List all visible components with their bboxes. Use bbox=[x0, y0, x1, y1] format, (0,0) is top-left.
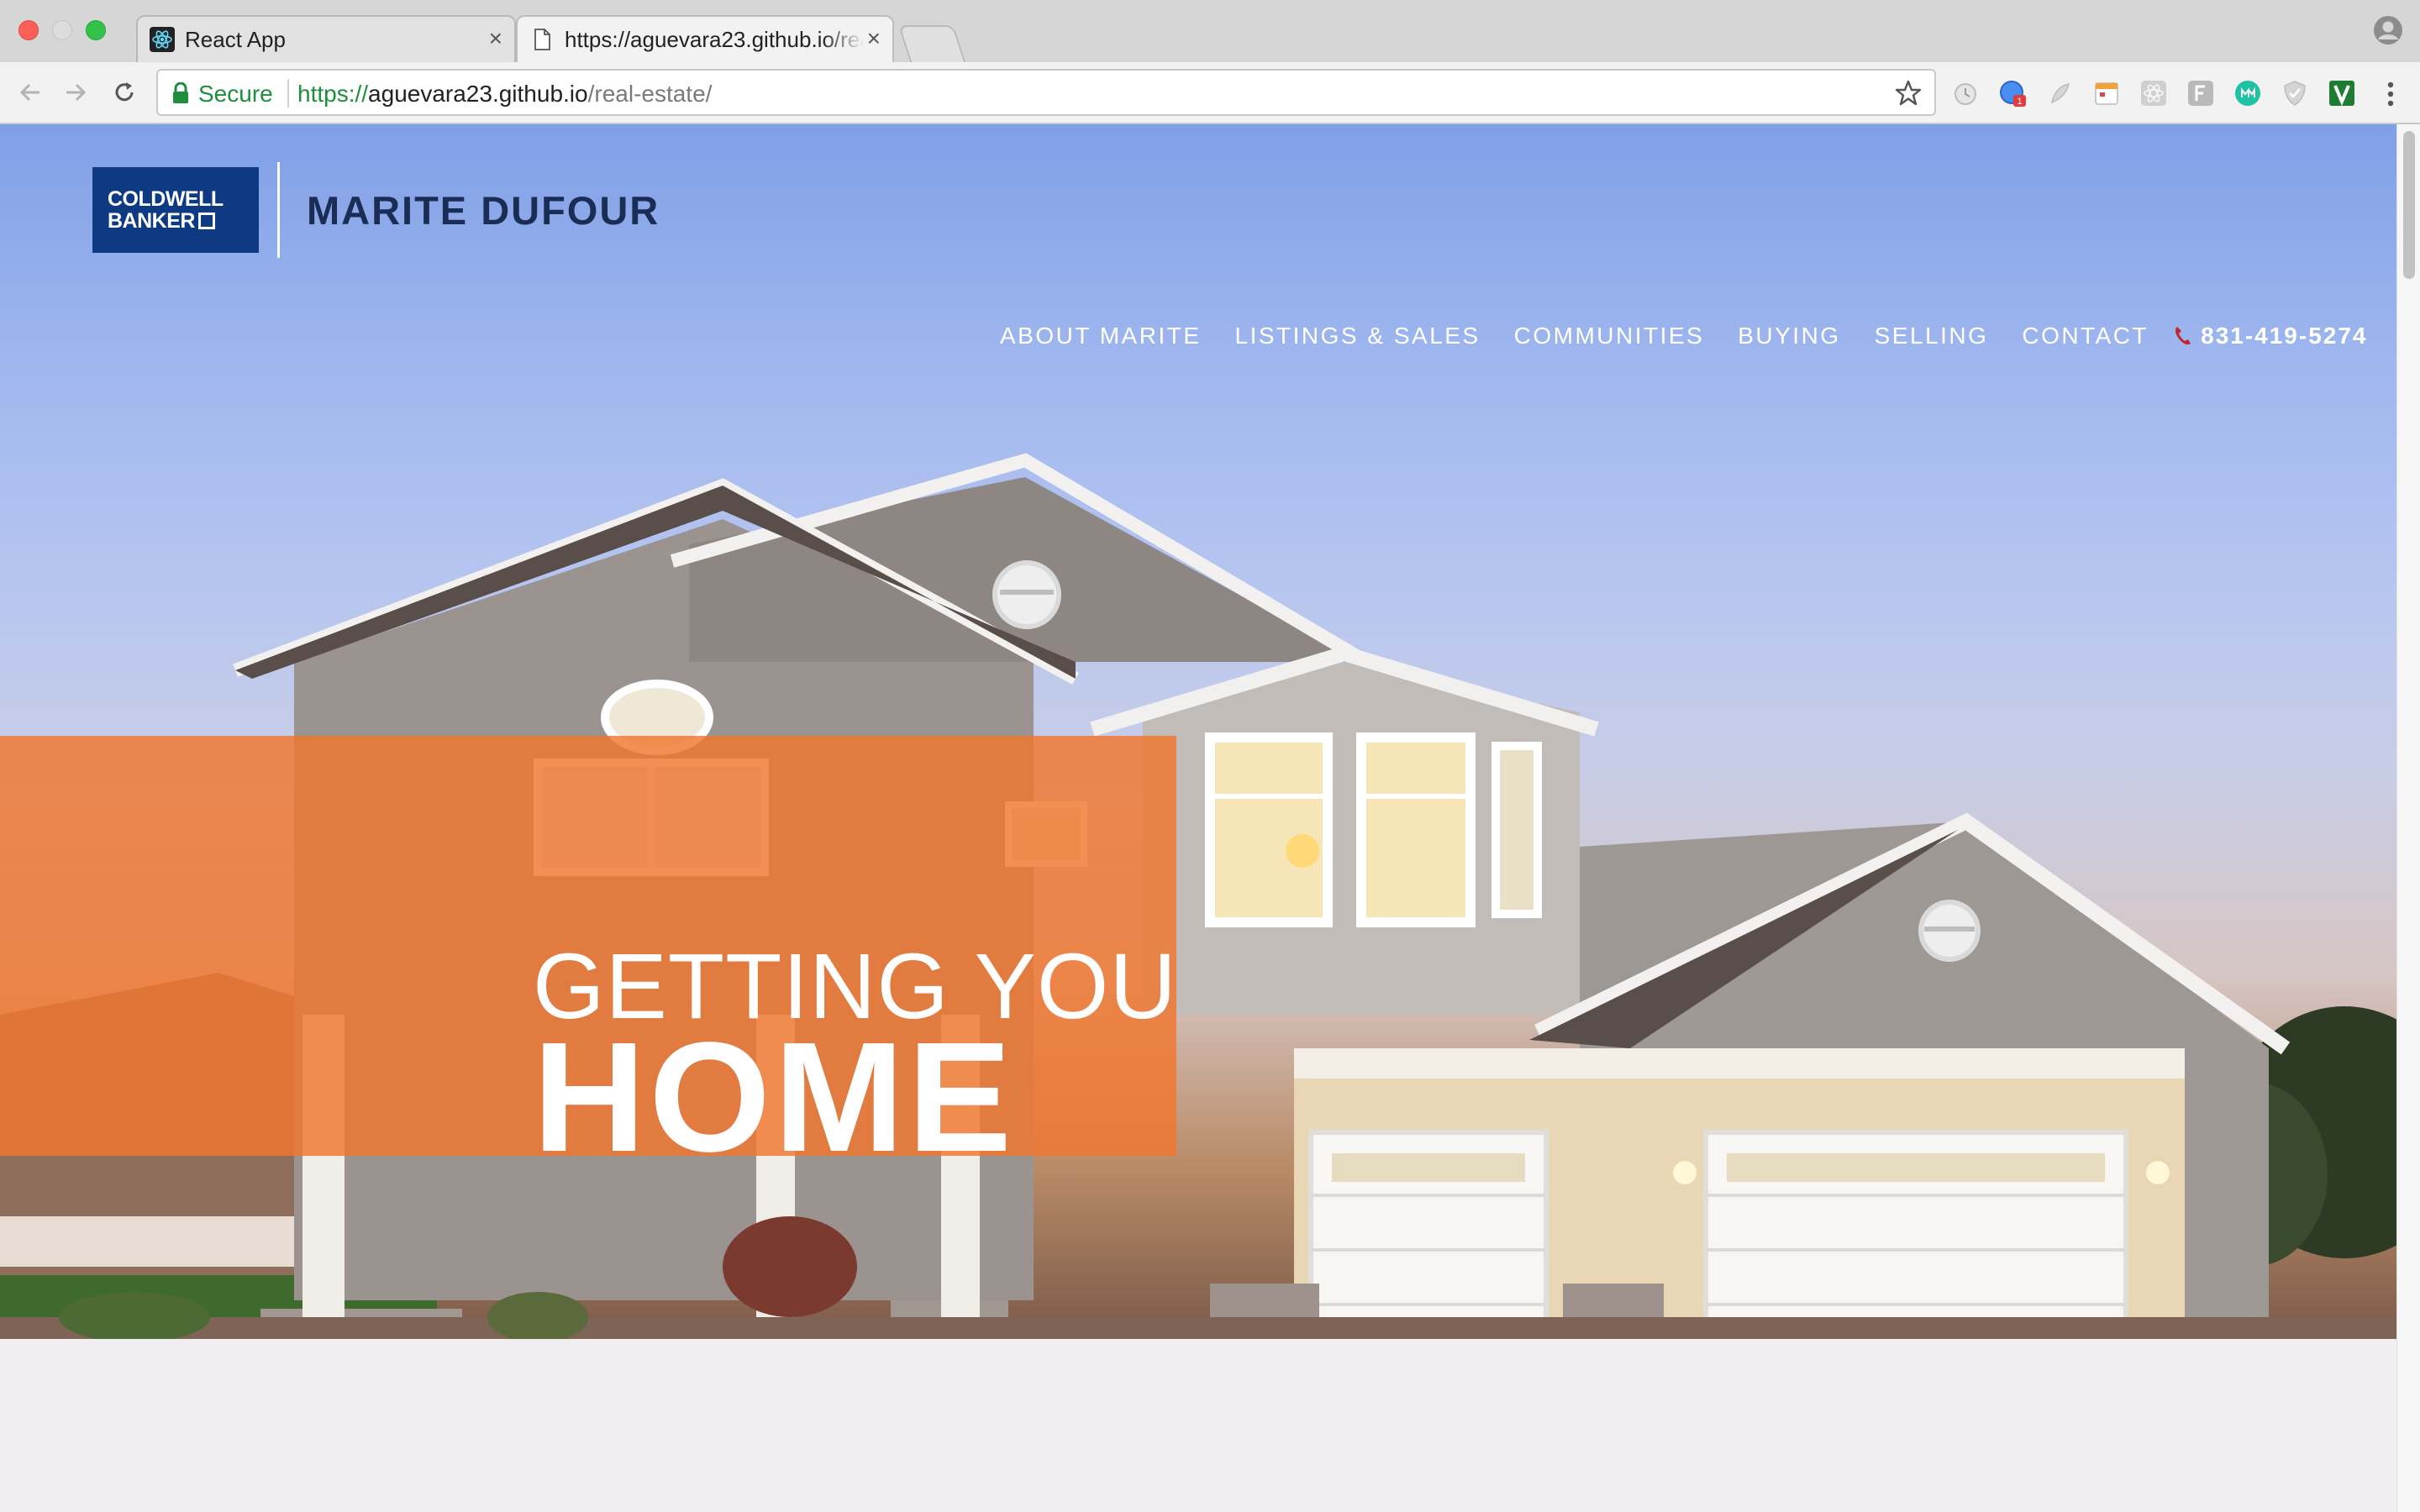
address-separator bbox=[287, 79, 289, 108]
logo-mark-icon bbox=[197, 213, 215, 229]
browser-tabstrip: React App × https://aguevara23.github.io… bbox=[0, 0, 2420, 62]
bookmark-star-icon[interactable] bbox=[1894, 79, 1923, 108]
react-devtools-icon[interactable] bbox=[2139, 79, 2168, 108]
coldwell-banker-logo[interactable]: COLDWELL BANKER bbox=[92, 167, 259, 253]
url-host: aguevara23.github.io bbox=[368, 81, 588, 107]
scrollbar-thumb[interactable] bbox=[2403, 131, 2415, 279]
alarm-icon[interactable] bbox=[1951, 79, 1980, 108]
brand-divider bbox=[277, 162, 280, 258]
tab-close-icon[interactable]: × bbox=[489, 25, 502, 52]
extension-badge: 1 bbox=[2017, 97, 2022, 107]
nav-selling[interactable]: SELLING bbox=[1875, 323, 1989, 349]
lock-icon bbox=[173, 82, 188, 103]
browser-toolbar: Secure https://aguevara23.github.io/real… bbox=[0, 62, 2420, 124]
forward-button[interactable] bbox=[57, 74, 94, 111]
window-minimize-button[interactable] bbox=[52, 20, 72, 40]
reload-icon bbox=[115, 82, 134, 102]
window-close-button[interactable] bbox=[18, 20, 39, 40]
url-scheme: https:// bbox=[297, 81, 369, 107]
tab-title: https://aguevara23.github.io/real-estate… bbox=[565, 27, 864, 52]
headline-large: HOME bbox=[533, 1011, 1015, 1184]
tab-close-icon[interactable]: × bbox=[867, 25, 881, 52]
mercury-icon[interactable] bbox=[2233, 79, 2262, 108]
translate-icon[interactable]: 1 bbox=[1998, 79, 2027, 108]
arrow-right-icon bbox=[66, 83, 87, 102]
nav-about-marite[interactable]: ABOUT MARITE bbox=[1000, 323, 1202, 349]
font-icon[interactable] bbox=[2186, 79, 2215, 108]
agent-name[interactable]: MARITE DUFOUR bbox=[307, 187, 660, 234]
phone-number: 831-419-5274 bbox=[2201, 323, 2368, 349]
hero-headline: GETTING YOU HOME bbox=[533, 941, 1177, 1184]
url-path: /real-estate/ bbox=[587, 81, 713, 107]
calendar-icon[interactable] bbox=[2092, 79, 2121, 108]
brand[interactable]: COLDWELL BANKER MARITE DUFOUR bbox=[92, 162, 660, 258]
nav-communities[interactable]: COMMUNITIES bbox=[1514, 323, 1705, 349]
back-button[interactable] bbox=[12, 74, 49, 111]
profile-icon[interactable] bbox=[2373, 15, 2403, 45]
new-tab-button[interactable] bbox=[897, 25, 966, 62]
tab-real-estate[interactable]: https://aguevara23.github.io/real-estate… bbox=[516, 15, 894, 62]
phone-icon bbox=[2175, 327, 2191, 345]
phone-link[interactable]: 831-419-5274 bbox=[2172, 323, 2367, 349]
tab-react-app[interactable]: React App × bbox=[136, 15, 516, 62]
nav-contact[interactable]: CONTACT bbox=[2022, 323, 2149, 349]
security-label: Secure bbox=[198, 81, 273, 107]
browser-menu-icon[interactable] bbox=[2378, 79, 2403, 109]
logo-line-2: BANKER bbox=[108, 209, 195, 233]
vimium-icon[interactable] bbox=[2328, 79, 2356, 108]
logo-line-1: COLDWELL bbox=[108, 187, 224, 211]
window-zoom-button[interactable] bbox=[86, 20, 106, 40]
house-photo bbox=[0, 453, 2396, 1339]
page-icon bbox=[534, 29, 550, 50]
react-icon bbox=[150, 27, 175, 52]
main-nav: ABOUT MARITE LISTINGS & SALES COMMUNITIE… bbox=[1000, 323, 2368, 349]
shield-icon[interactable] bbox=[2281, 79, 2309, 108]
reload-button[interactable] bbox=[106, 74, 143, 111]
address-bar[interactable]: Secure https://aguevara23.github.io/real… bbox=[156, 69, 1936, 116]
arrow-left-icon bbox=[19, 83, 39, 102]
hero-section: COLDWELL BANKER MARITE DUFOUR ABOUT MARI… bbox=[0, 124, 2396, 1339]
page-viewport: COLDWELL BANKER MARITE DUFOUR ABOUT MARI… bbox=[0, 124, 2396, 1512]
page-scrollbar[interactable] bbox=[2396, 124, 2420, 1512]
tab-title: React App bbox=[185, 27, 286, 52]
feather-icon[interactable] bbox=[2045, 79, 2074, 108]
address-url[interactable]: https://aguevara23.github.io/real-estate… bbox=[297, 81, 712, 108]
nav-buying[interactable]: BUYING bbox=[1738, 323, 1840, 349]
nav-listings-sales[interactable]: LISTINGS & SALES bbox=[1235, 323, 1481, 349]
